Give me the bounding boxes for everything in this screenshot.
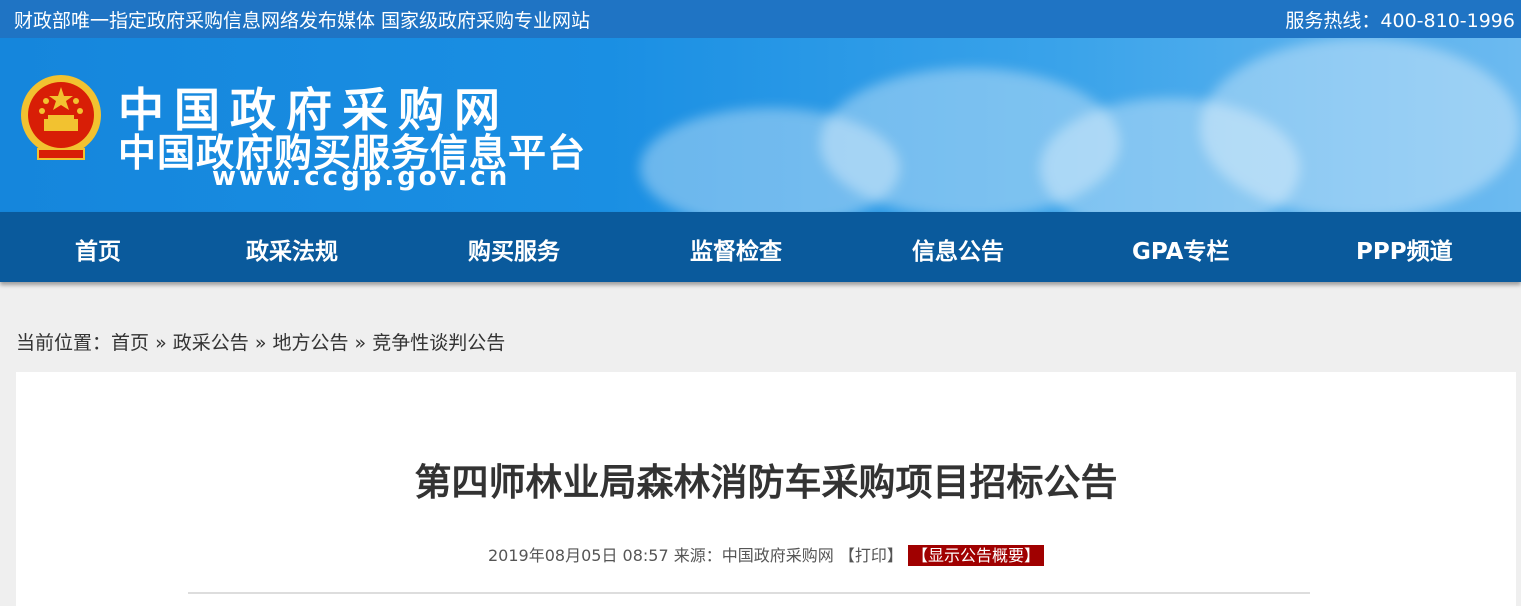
breadcrumb-local-announcements[interactable]: 地方公告 <box>272 332 348 354</box>
site-slogan: 财政部唯一指定政府采购信息网络发布媒体 国家级政府采购专业网站 <box>14 10 591 32</box>
main-nav: 首页 政采法规 购买服务 监督检查 信息公告 GPA专栏 PPP频道 <box>0 212 1521 282</box>
breadcrumb: 当前位置：首页 » 政采公告 » 地方公告 » 竞争性谈判公告 <box>16 328 505 355</box>
divider <box>188 592 1310 594</box>
national-emblem-icon[interactable] <box>18 71 104 163</box>
source-label: 来源： <box>673 546 722 565</box>
publish-datetime: 2019年08月05日 08:57 <box>488 546 669 565</box>
print-button[interactable]: 【打印】 <box>839 546 903 565</box>
nav-item-announcements[interactable]: 信息公告 <box>912 232 1004 266</box>
nav-item-supervision[interactable]: 监督检查 <box>690 232 782 266</box>
nav-item-home[interactable]: 首页 <box>75 232 121 266</box>
article-meta: 2019年08月05日 08:57 来源：中国政府采购网 【打印】 【显示公告概… <box>16 542 1516 566</box>
nav-item-gpa[interactable]: GPA专栏 <box>1132 232 1229 266</box>
breadcrumb-announcements[interactable]: 政采公告 <box>173 332 249 354</box>
service-hotline: 服务热线：400-810-1996 <box>1285 10 1515 32</box>
site-banner: 中国政府采购网 中国政府购买服务信息平台 www.ccgp.gov.cn <box>0 38 1521 212</box>
nav-item-purchase-services[interactable]: 购买服务 <box>468 232 560 266</box>
site-url: www.ccgp.gov.cn <box>212 162 511 192</box>
breadcrumb-separator: » <box>354 332 367 354</box>
breadcrumb-separator: » <box>155 332 167 354</box>
article-panel: 第四师林业局森林消防车采购项目招标公告 2019年08月05日 08:57 来源… <box>16 372 1516 606</box>
banner-cloud <box>1200 38 1520 212</box>
show-summary-button[interactable]: 【显示公告概要】 <box>907 545 1044 566</box>
breadcrumb-prefix: 当前位置： <box>16 332 112 354</box>
nav-item-regulations[interactable]: 政采法规 <box>246 232 338 266</box>
nav-item-ppp[interactable]: PPP频道 <box>1356 232 1453 266</box>
source-name: 中国政府采购网 <box>721 546 834 565</box>
article-title: 第四师林业局森林消防车采购项目招标公告 <box>414 461 1118 504</box>
top-bar: 财政部唯一指定政府采购信息网络发布媒体 国家级政府采购专业网站 服务热线：400… <box>0 0 1521 38</box>
breadcrumb-negotiation-announcements[interactable]: 竞争性谈判公告 <box>372 332 505 354</box>
breadcrumb-home[interactable]: 首页 <box>111 332 149 354</box>
breadcrumb-separator: » <box>254 332 267 354</box>
